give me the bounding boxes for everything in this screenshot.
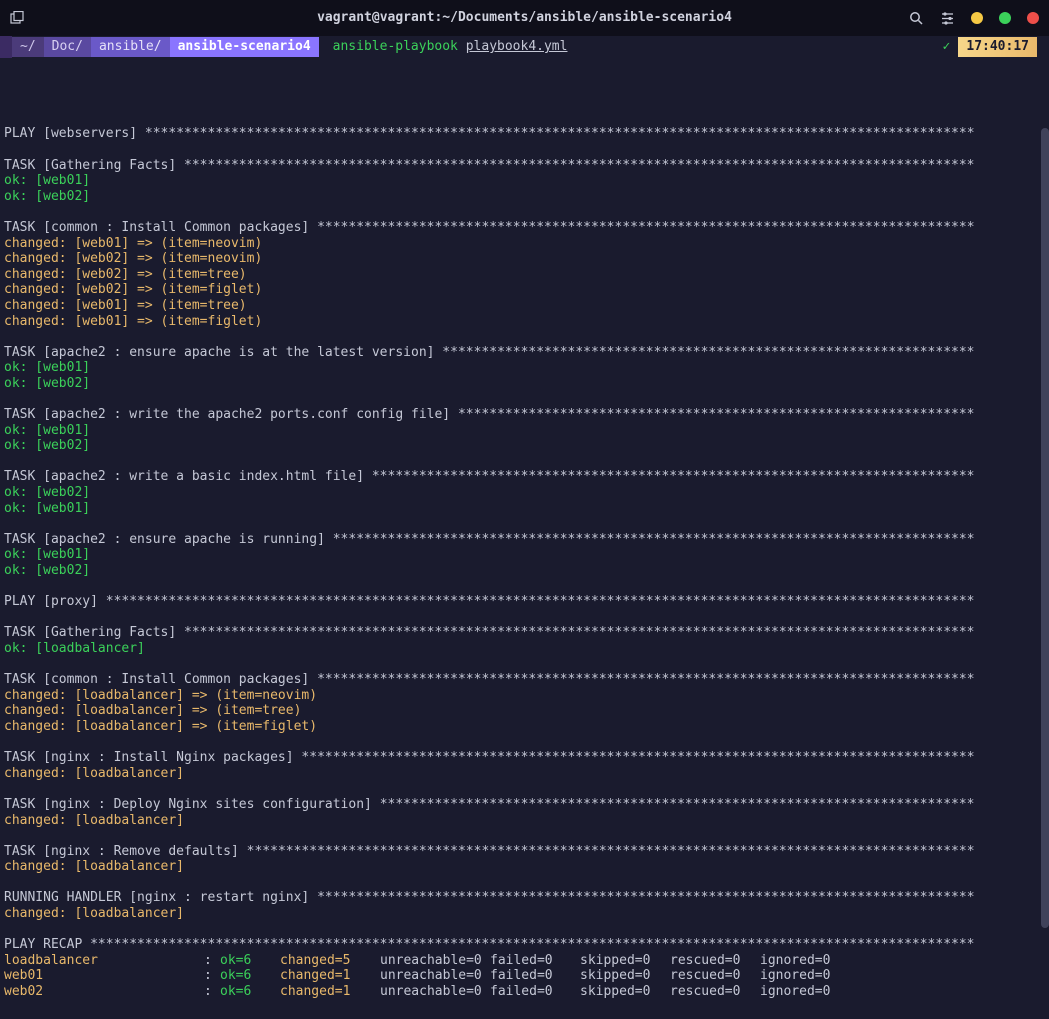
- output-line: [4, 922, 1045, 938]
- output-line: changed: [loadbalancer] => (item=neovim): [4, 688, 1045, 704]
- command-text: ansible-playbook playbook4.yml: [319, 37, 582, 57]
- output-line: TASK [common : Install Common packages] …: [4, 672, 1045, 688]
- output-line: ok: [web02]: [4, 485, 1045, 501]
- output-line: changed: [loadbalancer]: [4, 906, 1045, 922]
- new-window-icon[interactable]: [10, 11, 24, 25]
- output-line: changed: [loadbalancer] => (item=figlet): [4, 719, 1045, 735]
- output-line: ok: [web02]: [4, 376, 1045, 392]
- path-doc: Doc/: [44, 37, 91, 57]
- prompt-bar: ~/Doc/ansible/ansible-scenario4 ansible-…: [0, 36, 1049, 58]
- output-line: changed: [loadbalancer]: [4, 766, 1045, 782]
- scrollbar-thumb[interactable]: [1041, 128, 1049, 928]
- output-line: RUNNING HANDLER [nginx : restart nginx] …: [4, 890, 1045, 906]
- output-line: TASK [Gathering Facts] *****************…: [4, 158, 1045, 174]
- output-line: [4, 454, 1045, 470]
- output-line: [4, 391, 1045, 407]
- output-line: changed: [web02] => (item=neovim): [4, 251, 1045, 267]
- output-line: PLAY [webservers] **********************…: [4, 126, 1045, 142]
- close-button[interactable]: [1027, 12, 1039, 24]
- recap-row: loadbalancer: ok=6changed=5unreachable=0…: [4, 953, 1045, 969]
- output-line: changed: [loadbalancer]: [4, 859, 1045, 875]
- clock-time: 17:40:17: [958, 37, 1037, 57]
- output-line: [4, 875, 1045, 891]
- output-line: ok: [loadbalancer]: [4, 641, 1045, 657]
- output-line: [4, 204, 1045, 220]
- recap-row: web02: ok=6changed=1unreachable=0failed=…: [4, 984, 1045, 1000]
- output-line: TASK [nginx : Remove defaults] *********…: [4, 844, 1045, 860]
- output-line: changed: [web01] => (item=figlet): [4, 314, 1045, 330]
- output-line: [4, 579, 1045, 595]
- output-line: TASK [common : Install Common packages] …: [4, 220, 1045, 236]
- output-line: [4, 610, 1045, 626]
- titlebar: vagrant@vagrant:~/Documents/ansible/ansi…: [0, 0, 1049, 36]
- output-line: [4, 781, 1045, 797]
- output-line: PLAY [proxy] ***************************…: [4, 594, 1045, 610]
- output-line: ok: [web02]: [4, 189, 1045, 205]
- maximize-button[interactable]: [999, 12, 1011, 24]
- search-icon[interactable]: [909, 11, 924, 26]
- output-line: [4, 142, 1045, 158]
- output-line: [4, 111, 1045, 127]
- output-line: ok: [web01]: [4, 547, 1045, 563]
- path-ansible: ansible/: [91, 37, 170, 57]
- output-line: changed: [web01] => (item=neovim): [4, 236, 1045, 252]
- settings-sliders-icon[interactable]: [940, 11, 955, 26]
- output-line: ok: [web01]: [4, 423, 1045, 439]
- output-line: ok: [web01]: [4, 501, 1045, 517]
- output-line: changed: [loadbalancer]: [4, 813, 1045, 829]
- output-line: ok: [web02]: [4, 438, 1045, 454]
- output-line: ok: [web02]: [4, 563, 1045, 579]
- output-line: TASK [nginx : Install Nginx packages] **…: [4, 750, 1045, 766]
- output-line: ok: [web01]: [4, 173, 1045, 189]
- output-line: changed: [web01] => (item=tree): [4, 298, 1045, 314]
- output-line: changed: [web02] => (item=tree): [4, 267, 1045, 283]
- output-line: changed: [web02] => (item=figlet): [4, 282, 1045, 298]
- scrollbar[interactable]: [1041, 58, 1049, 1019]
- output-line: PLAY RECAP *****************************…: [4, 937, 1045, 953]
- output-line: [4, 657, 1045, 673]
- output-line: TASK [Gathering Facts] *****************…: [4, 625, 1045, 641]
- output-line: [4, 735, 1045, 751]
- path-scenario: ansible-scenario4: [170, 37, 319, 57]
- output-line: [4, 828, 1045, 844]
- terminal-output[interactable]: PLAY [webservers] **********************…: [0, 58, 1049, 1019]
- status-check-icon: ✓: [935, 39, 959, 55]
- output-line: changed: [loadbalancer] => (item=tree): [4, 703, 1045, 719]
- output-line: TASK [apache2 : write the apache2 ports.…: [4, 407, 1045, 423]
- output-line: TASK [apache2 : ensure apache is running…: [4, 532, 1045, 548]
- output-line: ok: [web01]: [4, 360, 1045, 376]
- minimize-button[interactable]: [971, 12, 983, 24]
- output-line: TASK [apache2 : write a basic index.html…: [4, 469, 1045, 485]
- path-home: ~/: [12, 37, 44, 57]
- output-line: TASK [nginx : Deploy Nginx sites configu…: [4, 797, 1045, 813]
- output-line: TASK [apache2 : ensure apache is at the …: [4, 345, 1045, 361]
- output-line: [4, 329, 1045, 345]
- recap-row: web01: ok=6changed=1unreachable=0failed=…: [4, 968, 1045, 984]
- output-line: [4, 516, 1045, 532]
